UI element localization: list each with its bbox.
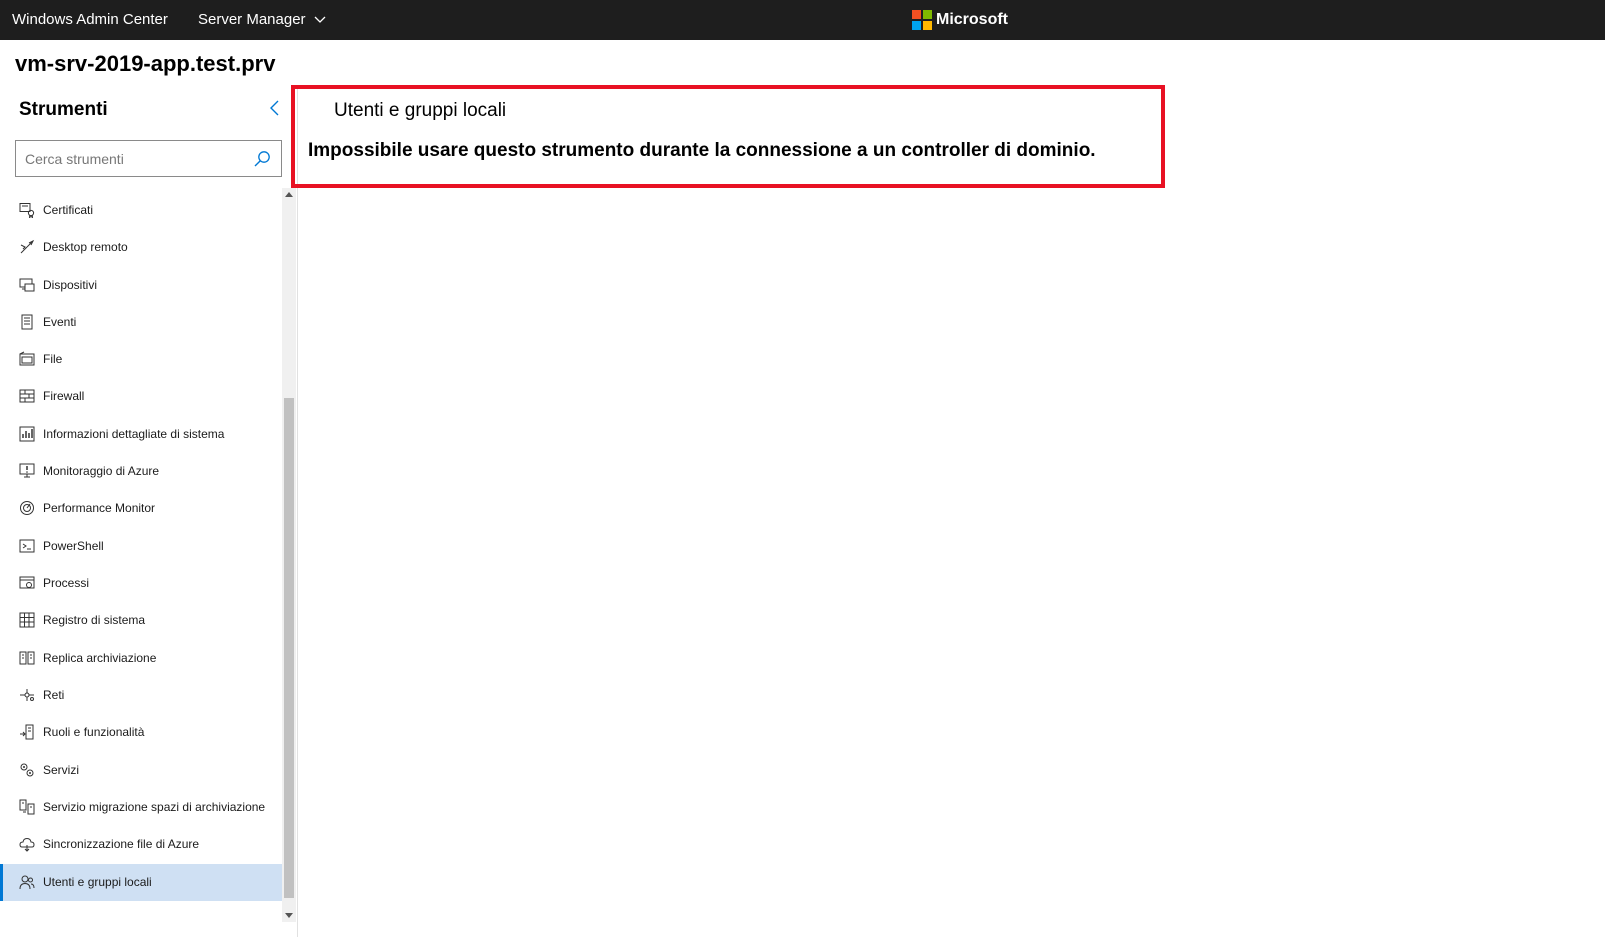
events-icon [21, 314, 33, 330]
sidebar-item-label: Monitoraggio di Azure [43, 464, 160, 478]
page-title: Utenti e gruppi locali [334, 100, 507, 121]
sidebar-item-label: Replica archiviazione [43, 651, 157, 665]
sidebar-item-label: Performance Monitor [43, 501, 156, 515]
sidebar-item-sincronizzazione-azure[interactable]: Sincronizzazione file di Azure [0, 826, 282, 863]
scroll-down-arrow-icon[interactable] [285, 913, 293, 918]
sidebar-item-label: Servizio migrazione spazi di archiviazio… [43, 800, 266, 814]
scrollbar-thumb[interactable] [284, 398, 294, 898]
firewall-icon [19, 389, 35, 403]
sidebar-item-file[interactable]: File [0, 341, 282, 378]
tools-list: Certificati Desktop remoto Dispositivi E… [0, 192, 282, 930]
users-groups-icon [19, 875, 35, 890]
microsoft-logo-icon [912, 10, 932, 30]
sidebar-item-powershell[interactable]: PowerShell [0, 528, 282, 565]
sidebar-item-servizi[interactable]: Servizi [0, 752, 282, 789]
roles-features-icon [20, 724, 34, 740]
sidebar-item-label: Servizi [43, 763, 80, 777]
network-icon [20, 689, 34, 701]
sidebar-item-desktop-remoto[interactable]: Desktop remoto [0, 229, 282, 266]
chevron-down-icon [314, 16, 326, 23]
sidebar-item-label: Desktop remoto [43, 240, 128, 254]
search-icon[interactable] [253, 150, 271, 168]
search-tools-input[interactable] [25, 150, 245, 168]
sidebar-item-reti[interactable]: Reti [0, 677, 282, 714]
sidebar-item-informazioni-dettagliate[interactable]: Informazioni dettagliate di sistema [0, 416, 282, 453]
certificate-icon [19, 203, 35, 218]
sidebar-item-performance-monitor[interactable]: Performance Monitor [0, 490, 282, 527]
search-tools-box[interactable] [15, 140, 282, 177]
sidebar-item-processi[interactable]: Processi [0, 565, 282, 602]
sidebar-item-label: Informazioni dettagliate di sistema [43, 427, 225, 441]
sidebar-item-label: File [43, 352, 63, 366]
server-manager-label: Server Manager [198, 11, 306, 28]
storage-migration-icon [19, 799, 35, 815]
services-icon [20, 763, 34, 777]
microsoft-brand-text: Microsoft [936, 11, 1008, 28]
powershell-icon [19, 539, 35, 553]
registry-icon [19, 612, 35, 628]
sidebar-item-registro-sistema[interactable]: Registro di sistema [0, 602, 282, 639]
sidebar-item-label: Dispositivi [43, 278, 98, 292]
sidebar-item-replica-archiviazione[interactable]: Replica archiviazione [0, 640, 282, 677]
sidebar-item-label: Registro di sistema [43, 613, 146, 627]
server-manager-dropdown[interactable]: Server Manager [198, 11, 326, 28]
sidebar-item-label: Utenti e gruppi locali [43, 875, 152, 889]
sidebar-item-monitoraggio-azure[interactable]: Monitoraggio di Azure [0, 453, 282, 490]
file-icon [19, 351, 35, 366]
microsoft-brand: Microsoft [912, 10, 1008, 30]
scroll-up-arrow-icon[interactable] [285, 192, 293, 197]
sidebar-item-firewall[interactable]: Firewall [0, 378, 282, 415]
error-message: Impossibile usare questo strumento duran… [308, 140, 1096, 161]
tools-title: Strumenti [19, 99, 108, 120]
sidebar-item-label: Reti [43, 688, 65, 702]
performance-monitor-icon [20, 501, 34, 515]
sidebar-item-utenti-gruppi-locali[interactable]: Utenti e gruppi locali [0, 864, 282, 901]
azure-monitor-icon [19, 463, 35, 478]
remote-desktop-icon [20, 239, 35, 254]
tools-sidebar: Strumenti Certificati Desktop remoto Dis… [0, 88, 298, 937]
sidebar-item-label: PowerShell [43, 539, 104, 553]
sidebar-item-label: Eventi [43, 315, 77, 329]
sidebar-item-label: Sincronizzazione file di Azure [43, 837, 200, 851]
sidebar-item-dispositivi[interactable]: Dispositivi [0, 267, 282, 304]
storage-replica-icon [19, 651, 35, 665]
sidebar-item-label: Firewall [43, 389, 85, 403]
devices-icon [19, 278, 35, 292]
sidebar-item-servizio-migrazione[interactable]: Servizio migrazione spazi di archiviazio… [0, 789, 282, 826]
processes-icon [19, 576, 35, 589]
sidebar-item-label: Processi [43, 576, 90, 590]
top-bar: Windows Admin Center Server Manager Micr… [0, 0, 1605, 40]
azure-file-sync-icon [19, 837, 35, 852]
sidebar-item-ruoli-funzionalita[interactable]: Ruoli e funzionalità [0, 714, 282, 751]
collapse-chevron-left-icon[interactable] [267, 100, 283, 116]
sidebar-item-label: Certificati [43, 203, 94, 217]
sidebar-item-eventi[interactable]: Eventi [0, 304, 282, 341]
sidebar-item-label: Ruoli e funzionalità [43, 725, 145, 739]
sidebar-item-certificati[interactable]: Certificati [0, 192, 282, 229]
system-insights-icon [19, 426, 35, 442]
app-title[interactable]: Windows Admin Center [12, 11, 168, 28]
tool-content-panel: Utenti e gruppi locali Impossibile usare… [291, 85, 1165, 188]
sidebar-scrollbar[interactable] [282, 188, 296, 922]
server-name: vm-srv-2019-app.test.prv [15, 51, 276, 76]
